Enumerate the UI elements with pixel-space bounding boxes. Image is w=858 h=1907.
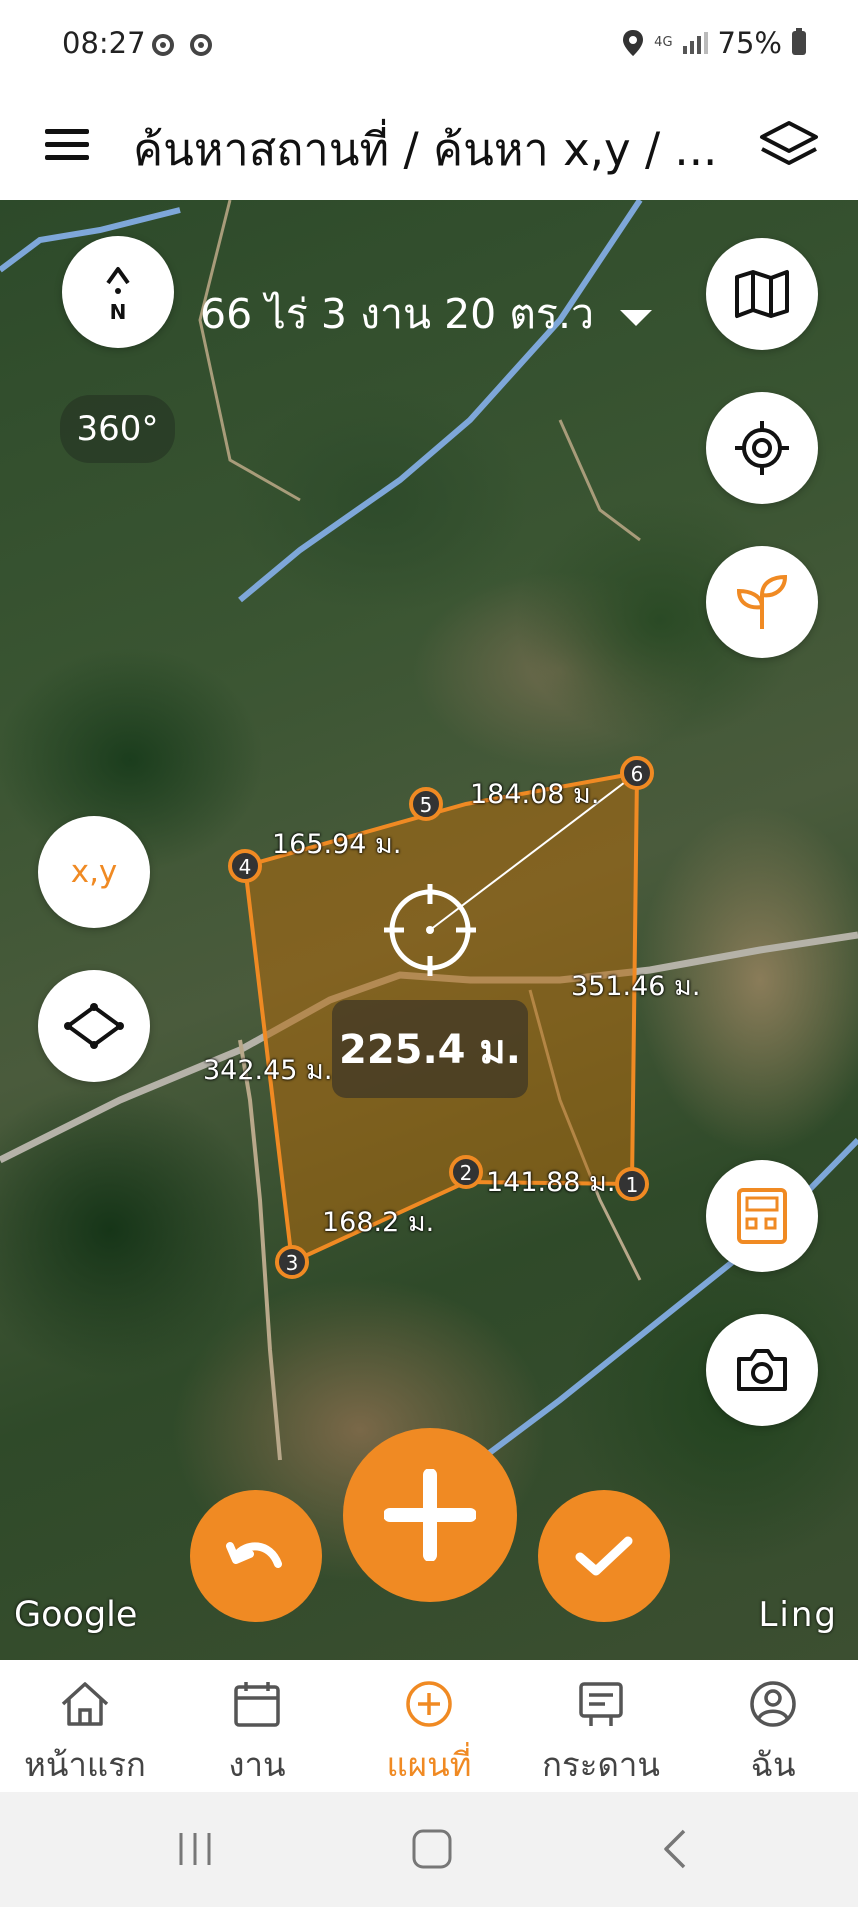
bottom-nav: หน้าแรก งาน แผนที่ กระดาน ฉัน [0,1660,858,1792]
calculator-button[interactable] [706,1160,818,1272]
plus-circle-icon [406,1681,452,1727]
edge-length-4-5: 165.94 ม. [272,829,402,860]
back-button[interactable] [660,1825,690,1873]
undo-button[interactable] [190,1490,322,1622]
chrome-icon [152,34,174,56]
recents-icon [179,1833,211,1865]
edge-length-2-3: 168.2 ม. [322,1207,435,1238]
board-icon [579,1682,623,1726]
map-attribution: Google [14,1595,138,1635]
location-icon [623,30,644,56]
svg-text:N: N [110,300,127,323]
svg-text:3: 3 [286,1251,299,1275]
home-system-button[interactable] [410,1825,454,1873]
map-view[interactable]: 1 2 3 4 5 6 141.88 ม. 168.2 ม. 342.45 ม.… [0,200,858,1660]
plus-icon [384,1469,476,1561]
vertex-marker-3[interactable]: 3 [275,1245,309,1279]
layers-icon [760,121,818,165]
svg-text:4: 4 [239,855,252,879]
vertex-marker-6[interactable]: 6 [620,756,654,790]
target-icon [735,421,789,475]
svg-text:2: 2 [460,1161,473,1185]
distance-readout: 225.4 ม. [332,1000,528,1098]
user-icon [750,1681,796,1727]
camera-button[interactable] [706,1314,818,1426]
polygon-icon [64,1003,124,1049]
svg-text:5: 5 [420,793,433,817]
edge-length-6-1: 351.46 ม. [571,971,701,1002]
nav-item-profile[interactable]: ฉัน [688,1660,858,1792]
calculator-icon [737,1188,787,1244]
add-point-button[interactable] [343,1428,517,1602]
edge-length-1-2: 141.88 ม. [486,1167,616,1198]
system-nav-bar [0,1792,858,1907]
signal-icon [682,32,708,54]
undo-icon [226,1542,282,1568]
recent-apps-button[interactable] [175,1825,215,1873]
area-value: 66 ไร่ 3 งาน 20 ตร.ว [200,290,595,338]
page-title[interactable]: ค้นหาสถานที่ / ค้นหา x,y / ... [133,113,733,185]
calendar-icon [234,1682,280,1727]
nav-item-map[interactable]: แผนที่ [344,1660,514,1792]
vertex-marker-2[interactable]: 2 [449,1155,483,1189]
battery-percent: 75% [717,26,782,60]
vertex-marker-1[interactable]: 1 [615,1167,649,1201]
layers-button[interactable] [758,117,820,173]
map-icon [735,270,789,318]
menu-icon [45,129,89,134]
menu-button[interactable] [45,123,89,167]
nav-item-tasks[interactable]: งาน [172,1660,342,1792]
vertex-marker-4[interactable]: 4 [228,849,262,883]
edge-length-3-4: 342.45 ม. [203,1055,333,1086]
plant-button[interactable] [706,546,818,658]
map-type-button[interactable] [706,238,818,350]
status-time: 08:27 [62,26,146,60]
status-indicators: 4G 75% [622,26,806,60]
nav-item-board[interactable]: กระดาน [516,1660,686,1792]
battery-icon [792,28,806,55]
app-header: ค้นหาสถานที่ / ค้นหา x,y / ... [0,95,858,200]
rotation-toggle[interactable]: 360° [60,395,175,463]
compass-icon: N [106,267,130,323]
svg-text:6: 6 [631,762,644,786]
nav-item-home[interactable]: หน้าแรก [0,1660,170,1792]
area-selector[interactable]: 66 ไร่ 3 งาน 20 ตร.ว [200,282,653,347]
confirm-button[interactable] [538,1490,670,1622]
watermark: Ling [758,1595,838,1635]
home-icon [61,1682,109,1726]
chevron-down-icon [620,309,653,326]
square-icon [412,1829,452,1869]
sprout-icon [736,574,788,629]
my-location-button[interactable] [706,392,818,504]
check-icon [575,1536,633,1576]
chrome-icon [190,34,212,56]
edge-length-5-6: 184.08 ม. [470,779,600,810]
camera-icon [737,1349,787,1391]
compass-button[interactable]: N [62,236,174,348]
xy-button[interactable]: x,y [38,816,150,928]
vertex-marker-5[interactable]: 5 [409,787,443,821]
polygon-tool-button[interactable] [38,970,150,1082]
svg-text:1: 1 [626,1173,639,1197]
back-chevron-icon [664,1829,686,1869]
status-bar: 08:27 4G 75% [0,0,858,95]
network-type: 4G [654,35,673,50]
